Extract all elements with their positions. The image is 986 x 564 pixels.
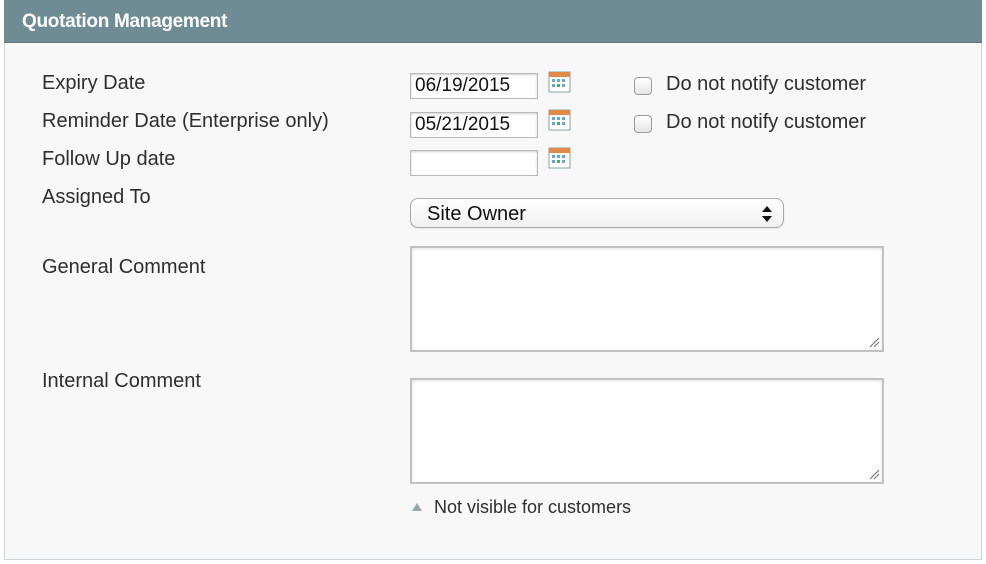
internal-comment-note: Not visible for customers [434, 497, 632, 517]
resize-grip-icon[interactable] [868, 336, 880, 348]
follow-up-date-input[interactable] [410, 150, 538, 176]
follow-up-date-label: Follow Up date [42, 148, 176, 170]
reminder-notify-label: Do not notify customer [666, 111, 867, 133]
general-comment-label: General Comment [42, 256, 206, 278]
internal-comment-textarea[interactable] [410, 378, 884, 484]
panel-header: Quotation Management [4, 0, 982, 43]
up-down-arrows-icon [762, 206, 772, 222]
assigned-to-select[interactable]: Site Owner [410, 198, 784, 228]
panel-title: Quotation Management [22, 11, 228, 32]
reminder-notify-checkbox[interactable] [634, 115, 652, 133]
resize-grip-icon[interactable] [868, 468, 880, 480]
calendar-icon[interactable] [548, 108, 572, 132]
expiry-date-label: Expiry Date [42, 72, 146, 94]
general-comment-textarea[interactable] [410, 246, 884, 352]
calendar-icon[interactable] [548, 146, 572, 170]
calendar-icon[interactable] [548, 70, 572, 94]
triangle-up-icon [412, 503, 422, 511]
expiry-notify-label: Do not notify customer [666, 73, 867, 95]
reminder-date-label: Reminder Date (Enterprise only) [42, 110, 329, 132]
internal-comment-label: Internal Comment [42, 370, 201, 392]
assigned-to-value: Site Owner [427, 203, 526, 225]
expiry-notify-checkbox[interactable] [634, 77, 652, 95]
expiry-date-input[interactable] [410, 73, 538, 99]
assigned-to-label: Assigned To [42, 186, 151, 208]
reminder-date-input[interactable] [410, 112, 538, 138]
